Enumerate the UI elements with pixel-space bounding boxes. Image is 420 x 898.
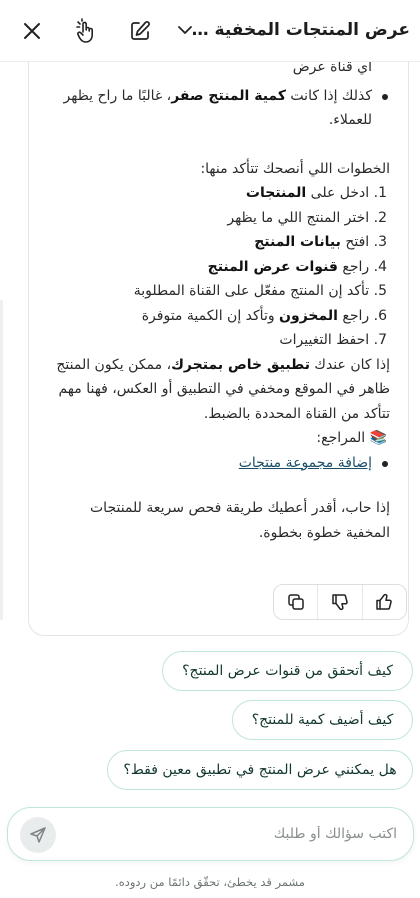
suggestion-chip[interactable]: كيف أضيف كمية للمنتج؟ xyxy=(232,700,413,740)
reference-link[interactable]: إضافة مجموعة منتجات xyxy=(239,455,372,471)
thumbs-up-icon xyxy=(376,593,393,610)
steps-intro: الخطوات اللي أنصحك تتأكد منها: xyxy=(200,160,390,177)
new-chat-button[interactable] xyxy=(121,12,159,50)
references-label: 📚 المراجع: xyxy=(316,430,387,446)
like-button[interactable] xyxy=(361,585,406,619)
conversation-title[interactable]: عرض المنتجات المخفية في ... xyxy=(182,17,410,43)
chat-header: عرض المنتجات المخفية في ... xyxy=(0,0,420,62)
step-item: 5. تأكد إن المنتج مفعّل على القناة المطل… xyxy=(133,283,387,299)
touch-icon xyxy=(76,18,93,43)
thumbs-down-icon xyxy=(332,594,348,611)
close-icon xyxy=(24,23,40,39)
copy-icon xyxy=(287,594,304,610)
message-actions xyxy=(273,584,407,620)
step-item: 7. احفظ التغييرات xyxy=(279,332,387,348)
suggestion-chip[interactable]: كيف أتحقق من قنوات عرض المنتج؟ xyxy=(162,651,413,691)
closing-line: إذا حاب، أقدر أعطيك طريقة فحص سريعة للمن… xyxy=(90,500,390,516)
list-item: كذلك إذا كانت كمية المنتج صفر، غالبًا ما… xyxy=(40,84,390,133)
edit-icon xyxy=(131,21,150,40)
scroll-edge xyxy=(0,300,3,620)
step-item: 4. راجع قنوات عرض المنتج xyxy=(207,258,387,275)
reference-item: إضافة مجموعة منتجات xyxy=(40,451,390,476)
composer xyxy=(7,807,414,861)
dislike-button[interactable] xyxy=(317,585,361,619)
app-note-line: تتأكد من القناة المحددة بالضبط. xyxy=(203,405,390,422)
assistant-message-card: أي قناة عرض كذلك إذا كانت كمية المنتج صف… xyxy=(28,40,409,636)
copy-button[interactable] xyxy=(274,585,317,619)
closing-line: المخفية خطوة بخطوة. xyxy=(258,524,390,541)
send-icon xyxy=(30,827,46,843)
step-item: 3. افتح بيانات المنتج xyxy=(254,234,387,250)
gesture-button[interactable] xyxy=(67,12,105,50)
step-item: 1. ادخل على المنتجات xyxy=(245,185,387,201)
close-button[interactable] xyxy=(13,12,51,50)
message-content: أي قناة عرض كذلك إذا كانت كمية المنتج صف… xyxy=(40,41,390,545)
message-input[interactable] xyxy=(77,808,397,860)
send-button[interactable] xyxy=(20,817,56,853)
disclaimer-text: مشمر قد يخطئ، تحقّق دائمًا من ردوده. xyxy=(115,875,305,889)
step-item: 6. راجع المخزون وتأكد إن الكمية متوفرة xyxy=(141,307,387,324)
app-note-line: إذا كان عندك تطبيق خاص بمتجرك، ممكن يكون… xyxy=(56,356,390,373)
step-item: 2. اختر المنتج اللي ما يظهر xyxy=(227,209,387,226)
suggestion-chip[interactable]: هل يمكنني عرض المنتج في تطبيق معين فقط؟ xyxy=(107,750,413,790)
app-note-line: ظاهر في الموقع ومخفي في التطبيق أو العكس… xyxy=(58,381,390,397)
